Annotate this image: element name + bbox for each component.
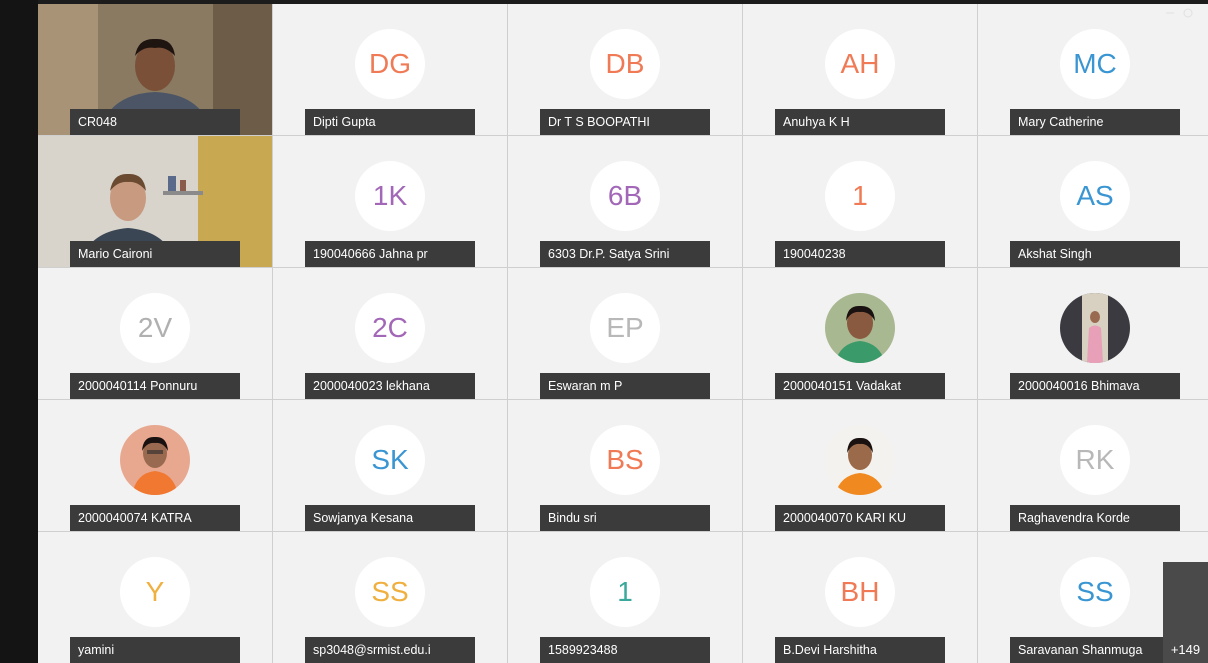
participant-name: 2000040114 Ponnuru (70, 373, 240, 399)
left-edge-bar (0, 0, 38, 663)
participant-initials-avatar: EP (590, 292, 660, 363)
participant-name: 2000040070 KARI KU (775, 505, 945, 531)
participant-tile[interactable]: EP Eswaran m P (508, 268, 742, 399)
participant-name: B.Devi Harshitha (775, 637, 945, 663)
participant-name: 2000040023 lekhana (305, 373, 475, 399)
participant-name: 190040666 Jahna pr (305, 241, 475, 267)
participant-name: Saravanan Shanmuga (1010, 637, 1180, 663)
more-participants-button[interactable]: +149 (1163, 562, 1208, 663)
participant-name: Akshat Singh (1010, 241, 1180, 267)
participant-initials-avatar: 2V (120, 292, 190, 363)
participant-tile[interactable]: 6B 6303 Dr.P. Satya Srini (508, 136, 742, 267)
participant-tile[interactable]: DB Dr T S BOOPATHI (508, 4, 742, 135)
participant-initials-avatar: MC (1060, 28, 1130, 99)
participant-tile[interactable]: 2000040074 KATRA (38, 400, 272, 531)
participant-tile[interactable]: CR048 (38, 4, 272, 135)
participant-tile[interactable]: BH B.Devi Harshitha (743, 532, 977, 663)
participant-name: Sowjanya Kesana (305, 505, 475, 531)
participant-tile[interactable]: 1 190040238 (743, 136, 977, 267)
participant-tile[interactable]: Y yamini (38, 532, 272, 663)
participant-initials-avatar: 1 (590, 556, 660, 627)
participant-name: Eswaran m P (540, 373, 710, 399)
participant-tile[interactable]: MC Mary Catherine (978, 4, 1208, 135)
participant-name: CR048 (70, 109, 240, 135)
participant-tile[interactable]: AH Anuhya K H (743, 4, 977, 135)
participant-initials-avatar: SS (355, 556, 425, 627)
participant-photo-avatar (825, 424, 895, 495)
participant-initials-avatar: 2C (355, 292, 425, 363)
participant-tile[interactable]: AS Akshat Singh (978, 136, 1208, 267)
participant-photo-avatar (1060, 292, 1130, 363)
participant-name: 2000040074 KATRA (70, 505, 240, 531)
participant-name: 1589923488 (540, 637, 710, 663)
window-controls-icon[interactable] (1164, 6, 1194, 18)
participant-photo-avatar (120, 424, 190, 495)
participant-initials-avatar: RK (1060, 424, 1130, 495)
participant-tile[interactable]: 2000040070 KARI KU (743, 400, 977, 531)
participant-name: 2000040151 Vadakat (775, 373, 945, 399)
participant-name: Mary Catherine (1010, 109, 1180, 135)
participant-initials-avatar: Y (120, 556, 190, 627)
participant-tile[interactable]: Mario Caironi (38, 136, 272, 267)
participant-tile[interactable]: 1 1589923488 (508, 532, 742, 663)
participant-initials-avatar: 6B (590, 160, 660, 231)
participant-name: yamini (70, 637, 240, 663)
participant-initials-avatar: 1K (355, 160, 425, 231)
participant-initials-avatar: DG (355, 28, 425, 99)
participant-name: 2000040016 Bhimava (1010, 373, 1180, 399)
participant-grid: CR048 DG Dipti Gupta DB Dr T S BOOPATHI … (38, 4, 1208, 663)
participant-initials-avatar: BH (825, 556, 895, 627)
participant-name: 190040238 (775, 241, 945, 267)
participant-name: Dipti Gupta (305, 109, 475, 135)
participant-initials-avatar: SK (355, 424, 425, 495)
participant-tile[interactable]: 2C 2000040023 lekhana (273, 268, 507, 399)
participant-name: Dr T S BOOPATHI (540, 109, 710, 135)
participant-tile[interactable]: 2000040016 Bhimava (978, 268, 1208, 399)
participant-initials-avatar: AS (1060, 160, 1130, 231)
participant-tile[interactable]: 2000040151 Vadakat (743, 268, 977, 399)
participant-initials-avatar: SS (1060, 556, 1130, 627)
participant-tile[interactable]: DG Dipti Gupta (273, 4, 507, 135)
participant-name: 6303 Dr.P. Satya Srini (540, 241, 710, 267)
participant-name: Mario Caironi (70, 241, 240, 267)
participant-initials-avatar: BS (590, 424, 660, 495)
participant-tile[interactable]: BS Bindu sri (508, 400, 742, 531)
participant-initials-avatar: DB (590, 28, 660, 99)
participant-tile[interactable]: 1K 190040666 Jahna pr (273, 136, 507, 267)
participant-photo-avatar (825, 292, 895, 363)
participant-initials-avatar: AH (825, 28, 895, 99)
participant-initials-avatar: 1 (825, 160, 895, 231)
participant-name: sp3048@srmist.edu.i (305, 637, 475, 663)
participant-name: Bindu sri (540, 505, 710, 531)
participant-name: Anuhya K H (775, 109, 945, 135)
participant-name: Raghavendra Korde (1010, 505, 1180, 531)
participant-tile[interactable]: SS sp3048@srmist.edu.i (273, 532, 507, 663)
participant-tile[interactable]: SK Sowjanya Kesana (273, 400, 507, 531)
participant-tile[interactable]: 2V 2000040114 Ponnuru (38, 268, 272, 399)
participant-tile[interactable]: RK Raghavendra Korde (978, 400, 1208, 531)
